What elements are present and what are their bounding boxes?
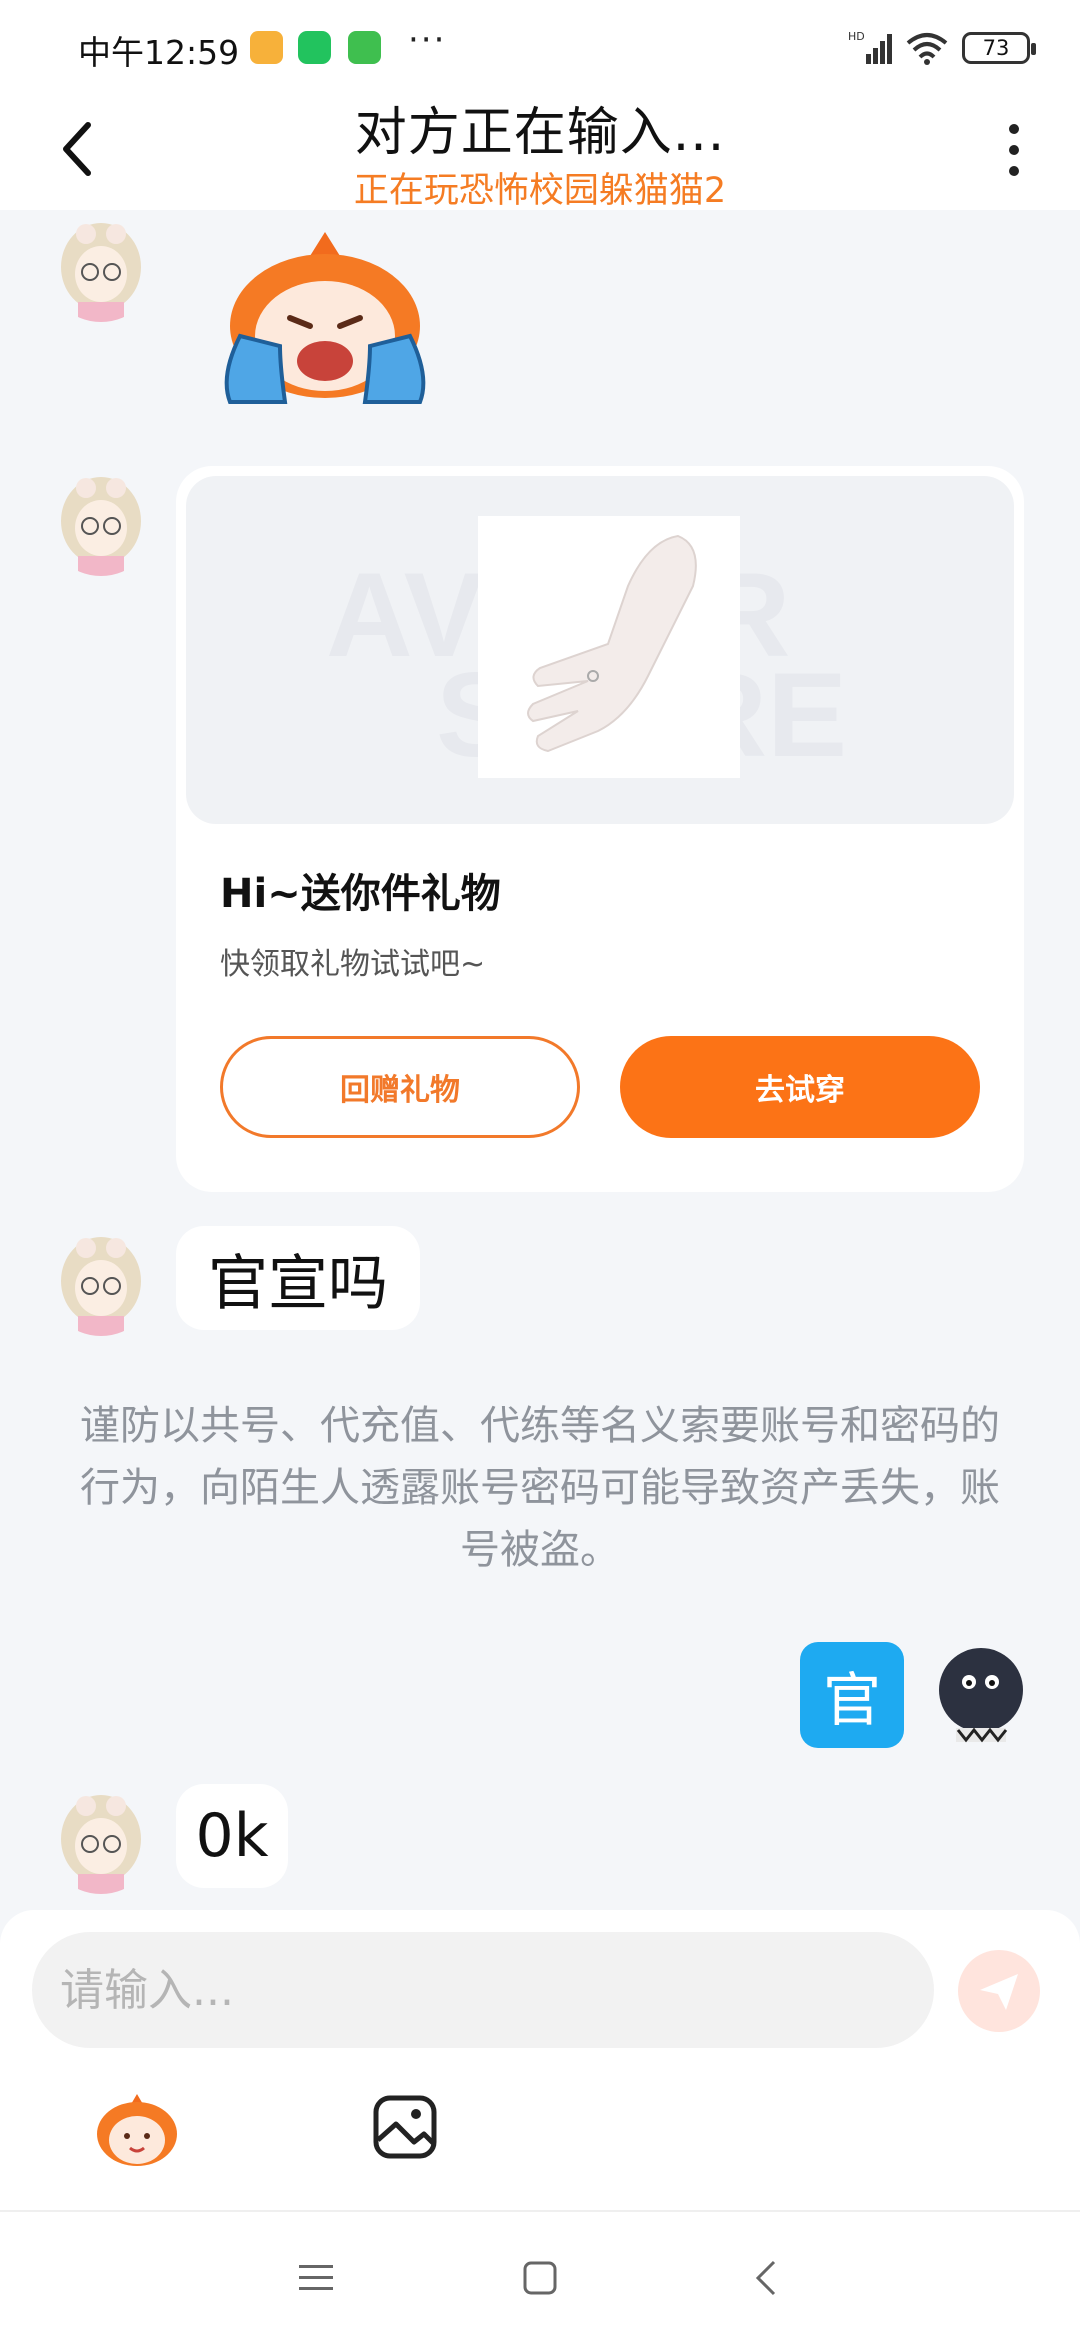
avatar-girl-icon (46, 466, 156, 576)
page-title: 对方正在输入... (354, 103, 726, 163)
crying-face-icon (224, 232, 426, 404)
system-nav-bar (0, 2210, 1080, 2340)
avatar-ball-character-icon (926, 1640, 1036, 1750)
image-icon (373, 2095, 437, 2159)
gift-subtitle: 快领取礼物试试吧~ (220, 947, 486, 982)
my-avatar[interactable] (926, 1640, 1036, 1750)
playing-status: 正在玩恐怖校园躲猫猫2 (353, 171, 727, 211)
status-indicators: HD 73 (848, 30, 1036, 66)
try-on-button[interactable]: 去试穿 (620, 1036, 980, 1138)
security-notice: 谨防以共号、代充值、代练等名义索要账号和密码的行为，向陌生人透露账号密码可能导致… (80, 1403, 1000, 1573)
message-bubble[interactable]: 0k (176, 1784, 288, 1888)
message-bubble[interactable]: 官宣吗 (176, 1226, 420, 1330)
send-button[interactable] (958, 1950, 1040, 2032)
contact-avatar[interactable] (46, 212, 156, 322)
menu-button[interactable] (294, 2256, 338, 2300)
gift-preview: AVATAR STORE (186, 476, 1014, 824)
avatar-girl-icon (46, 212, 156, 322)
contact-avatar[interactable] (46, 1226, 156, 1336)
notes-app-icon (250, 31, 283, 64)
wechat-icon (298, 31, 331, 64)
message-input[interactable] (32, 1932, 934, 2048)
menu-icon (299, 2265, 333, 2290)
glove-hand-icon (527, 534, 697, 753)
emoji-sticker-icon (97, 2094, 177, 2166)
gift-item-image (478, 516, 740, 778)
return-gift-button[interactable]: 回赠礼物 (220, 1036, 580, 1138)
more-dot (1009, 145, 1019, 155)
back-nav-button[interactable] (744, 2256, 788, 2300)
chat-header: 对方正在输入... 正在玩恐怖校园躲猫猫2 (0, 90, 1080, 211)
avatar-girl-icon (46, 1226, 156, 1336)
more-dot (1009, 124, 1019, 134)
home-icon (523, 2261, 557, 2295)
more-notifications-icon: ··· (408, 20, 447, 60)
contact-avatar[interactable] (46, 1784, 156, 1894)
more-dot (1009, 166, 1019, 176)
outgoing-sticker[interactable]: 官 (800, 1642, 904, 1748)
gift-title: Hi~送你件礼物 (220, 871, 501, 917)
more-button[interactable] (994, 116, 1034, 184)
contact-avatar[interactable] (46, 466, 156, 576)
gift-card[interactable]: AVATAR STORE Hi~送你件礼物 快领取礼物试试吧~ 回赠礼物 去试穿 (176, 466, 1024, 1192)
battery-indicator: 73 (962, 32, 1036, 64)
network-type-label: HD (848, 30, 865, 43)
back-icon (755, 2260, 776, 2296)
crying-cartoon-sticker[interactable] (200, 226, 450, 406)
avatar-girl-icon (46, 1784, 156, 1894)
signal-icon: HD (848, 30, 892, 64)
sticker-button[interactable] (92, 2090, 182, 2170)
home-button[interactable] (518, 2256, 562, 2300)
status-bar: 中午12:59 ··· HD 73 (0, 0, 1080, 90)
wifi-icon (906, 33, 948, 65)
game-app-icon (348, 31, 381, 64)
input-panel (0, 1910, 1080, 2210)
image-picker-button[interactable] (372, 2094, 438, 2160)
status-time: 中午12:59 (78, 33, 240, 72)
send-icon (980, 1974, 1018, 2010)
